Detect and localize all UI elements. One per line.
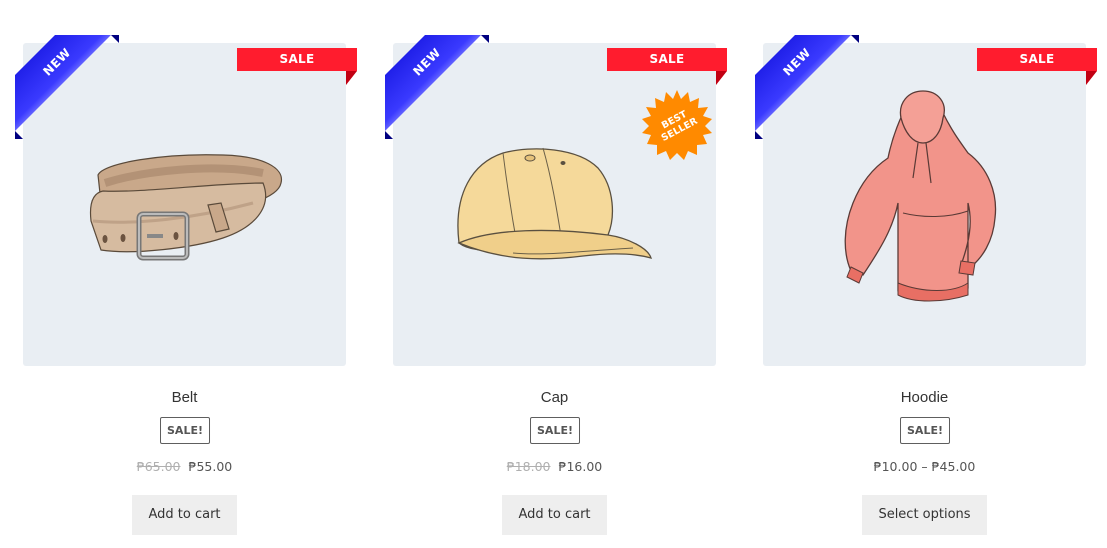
old-price: ₱65.00 <box>136 459 181 474</box>
product-price: ₱18.00 ₱16.00 <box>393 459 716 474</box>
product-card-belt: NEW SALE Belt SALE! ₱65.00 ₱55.00 Add to … <box>0 0 370 548</box>
new-price: ₱55.00 <box>188 459 233 474</box>
sale-flag-label: SALE <box>649 52 685 66</box>
select-options-button[interactable]: Select options <box>862 495 987 535</box>
sale-badge: SALE! <box>160 417 210 444</box>
best-seller-badge: BEST SELLER <box>641 89 713 161</box>
sale-flag-label: SALE <box>279 52 315 66</box>
product-grid: NEW SALE Belt SALE! ₱65.00 ₱55.00 Add to … <box>0 0 1107 548</box>
new-ribbon: NEW <box>15 35 135 155</box>
add-to-cart-button[interactable]: Add to cart <box>132 495 237 535</box>
new-price: ₱16.00 <box>558 459 603 474</box>
product-price: ₱10.00 – ₱45.00 <box>763 459 1086 474</box>
sale-flag-label: SALE <box>1019 52 1055 66</box>
product-card-cap: NEW SALE BEST SELLER Cap SALE! ₱18.00 ₱16… <box>370 0 740 548</box>
sale-flag: SALE <box>607 48 727 85</box>
product-price: ₱65.00 ₱55.00 <box>23 459 346 474</box>
new-ribbon: NEW <box>385 35 505 155</box>
product-title[interactable]: Hoodie <box>763 389 1086 406</box>
product-title[interactable]: Cap <box>393 389 716 406</box>
product-title[interactable]: Belt <box>23 389 346 406</box>
sale-flag: SALE <box>977 48 1097 85</box>
product-image-cap[interactable]: NEW SALE BEST SELLER <box>385 35 727 366</box>
sale-flag: SALE <box>237 48 357 85</box>
product-card-hoodie: NEW SALE Hoodie SALE! ₱10.00 – ₱45.00 Se… <box>740 0 1107 548</box>
old-price: ₱18.00 <box>506 459 551 474</box>
price-range: ₱10.00 – ₱45.00 <box>873 459 976 474</box>
product-image-belt[interactable]: NEW SALE <box>15 35 357 366</box>
add-to-cart-button[interactable]: Add to cart <box>502 495 607 535</box>
sale-badge: SALE! <box>900 417 950 444</box>
new-ribbon: NEW <box>755 35 875 155</box>
product-image-hoodie[interactable]: NEW SALE <box>755 35 1097 366</box>
sale-badge: SALE! <box>530 417 580 444</box>
